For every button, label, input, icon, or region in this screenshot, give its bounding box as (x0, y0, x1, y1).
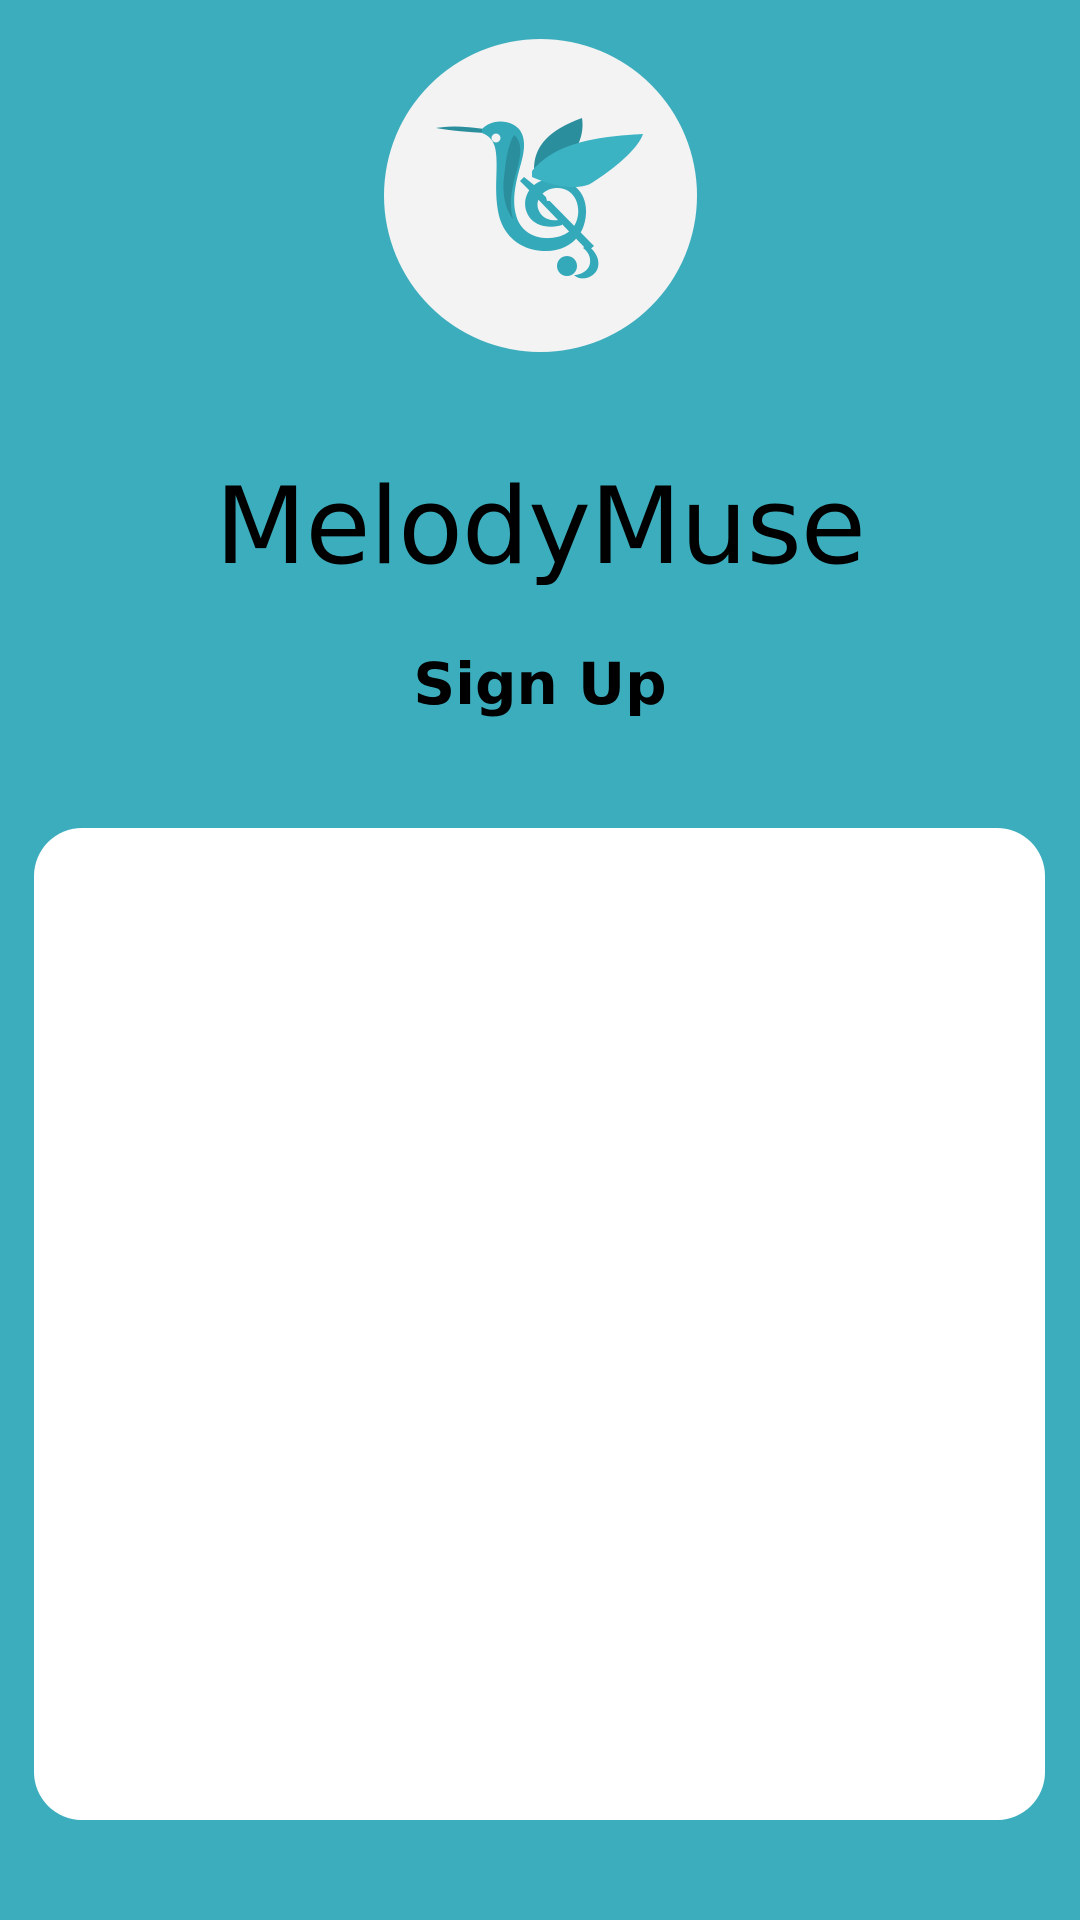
app-logo (384, 39, 697, 352)
signup-screen: MelodyMuse Sign Up (0, 0, 1080, 1920)
page-title: Sign Up (413, 650, 667, 718)
signup-form-card (34, 828, 1045, 1820)
app-title: MelodyMuse (214, 465, 866, 588)
hummingbird-treble-clef-icon (436, 118, 643, 279)
